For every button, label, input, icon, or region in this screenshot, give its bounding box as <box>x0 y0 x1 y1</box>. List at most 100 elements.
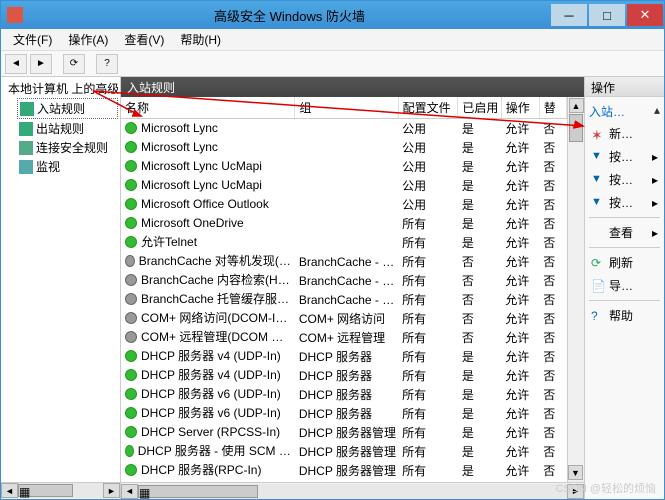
rules-list[interactable]: 名称 组 配置文件 已启用 操作 替 Microsoft Lync公用是允许否M… <box>121 97 567 482</box>
rule-group: DHCP 服务器管理 <box>295 423 398 442</box>
table-row[interactable]: BranchCache 内容检索(H…BranchCache - …所有否允许否 <box>121 271 567 290</box>
tree-hscroll[interactable]: ◄ ▦ ► <box>1 482 120 499</box>
rule-override: 否 <box>539 366 566 385</box>
rule-profile: 所有 <box>398 404 458 423</box>
table-row[interactable]: DHCP 服务器 v4 (UDP-In)DHCP 服务器所有是允许否 <box>121 366 567 385</box>
rule-action: 允许 <box>501 480 539 482</box>
table-row[interactable]: DHCP 服务器 - 使用 SCM …DHCP 服务器管理所有是允许否 <box>121 442 567 461</box>
rule-group: BranchCache - … <box>295 252 398 271</box>
forward-button[interactable]: ► <box>30 54 52 74</box>
action-filter-state[interactable]: ▼ 按… ▸ <box>589 168 660 191</box>
table-row[interactable]: COM+ 远程管理(DCOM …COM+ 远程管理所有否允许否 <box>121 328 567 347</box>
rule-group <box>295 214 398 233</box>
close-button[interactable]: ✕ <box>627 4 663 26</box>
titlebar[interactable]: 高级安全 Windows 防火墙 ─ □ ✕ <box>1 1 664 29</box>
table-row[interactable]: COM+ 网络访问(DCOM-I…COM+ 网络访问所有否允许否 <box>121 309 567 328</box>
scroll-down-button[interactable]: ▼ <box>568 465 583 480</box>
rule-name: DHCP 服务器 v6 (UDP-In) <box>141 404 281 421</box>
action-refresh[interactable]: ⟳ 刷新 <box>589 251 660 274</box>
tree-root[interactable]: 本地计算机 上的高级 <box>3 79 118 98</box>
table-row[interactable]: Microsoft Lync公用是允许否 <box>121 138 567 157</box>
table-row[interactable]: DHCP 服务器 v6 (UDP-In)DHCP 服务器所有是允许否 <box>121 404 567 423</box>
col-action[interactable]: 操作 <box>501 97 539 119</box>
col-profile[interactable]: 配置文件 <box>398 97 458 119</box>
rules-hscroll-thumb[interactable]: ▦ <box>138 485 258 498</box>
rule-group: BranchCache - … <box>295 271 398 290</box>
help-toolbar-button[interactable]: ? <box>96 54 118 74</box>
rule-action: 允许 <box>501 195 539 214</box>
rule-name: Microsoft Lync UcMapi <box>141 159 262 173</box>
action-filter-group[interactable]: ▼ 按… ▸ <box>589 191 660 214</box>
action-help[interactable]: ? 帮助 <box>589 304 660 327</box>
rule-override: 否 <box>539 195 566 214</box>
rule-action: 允许 <box>501 271 539 290</box>
rule-group <box>295 157 398 176</box>
table-row[interactable]: DHCP 服务器(RPC-In)DHCP 服务器管理所有是允许否 <box>121 461 567 480</box>
col-name[interactable]: 名称 <box>121 97 295 119</box>
col-override[interactable]: 替 <box>539 97 566 119</box>
export-icon: 📄 <box>591 279 605 293</box>
table-row[interactable]: Microsoft Lync公用是允许否 <box>121 119 567 139</box>
minimize-button[interactable]: ─ <box>551 4 587 26</box>
col-enabled[interactable]: 已启用 <box>458 97 501 119</box>
rules-scroll-right[interactable]: ► <box>567 484 584 499</box>
tree-connection-security[interactable]: 连接安全规则 <box>17 138 118 157</box>
action-export[interactable]: 📄 导… <box>589 274 660 297</box>
col-group[interactable]: 组 <box>295 97 398 119</box>
table-row[interactable]: Microsoft Lync UcMapi公用是允许否 <box>121 157 567 176</box>
rule-name: Microsoft Office Outlook <box>141 197 269 211</box>
rule-status-icon <box>125 141 137 153</box>
menu-help[interactable]: 帮助(H) <box>172 29 229 50</box>
table-row[interactable]: 允许Telnet所有是允许否 <box>121 233 567 252</box>
scroll-right-button[interactable]: ► <box>103 483 120 498</box>
maximize-button[interactable]: □ <box>589 4 625 26</box>
tree-scroll-thumb[interactable]: ▦ <box>18 484 73 497</box>
refresh-toolbar-button[interactable]: ⟳ <box>63 54 85 74</box>
action-filter-profile[interactable]: ▼ 按… ▸ <box>589 145 660 168</box>
rule-name: DHCP 服务器(SMB-In) <box>141 480 262 482</box>
filter-icon: ▼ <box>591 196 605 210</box>
tree-monitoring[interactable]: 监视 <box>17 157 118 176</box>
table-row[interactable]: BranchCache 对等机发现(…BranchCache - …所有否允许否 <box>121 252 567 271</box>
rule-action: 允许 <box>501 157 539 176</box>
column-headers[interactable]: 名称 组 配置文件 已启用 操作 替 <box>121 97 567 119</box>
table-row[interactable]: Microsoft OneDrive所有是允许否 <box>121 214 567 233</box>
rule-status-icon <box>125 331 137 343</box>
menu-view[interactable]: 查看(V) <box>116 29 172 50</box>
vscroll-thumb[interactable] <box>569 114 583 142</box>
scroll-left-button[interactable]: ◄ <box>1 483 18 498</box>
rule-enabled: 否 <box>458 252 501 271</box>
table-row[interactable]: DHCP Server (RPCSS-In)DHCP 服务器管理所有是允许否 <box>121 423 567 442</box>
rule-profile: 所有 <box>398 347 458 366</box>
rule-action: 允许 <box>501 404 539 423</box>
table-row[interactable]: DHCP 服务器 v4 (UDP-In)DHCP 服务器所有是允许否 <box>121 347 567 366</box>
rule-enabled: 是 <box>458 461 501 480</box>
action-view[interactable]: 查看 ▸ <box>589 221 660 244</box>
menu-file[interactable]: 文件(F) <box>5 29 60 50</box>
back-button[interactable]: ◄ <box>5 54 27 74</box>
table-row[interactable]: DHCP 服务器(SMB-In)DHCP 服务器管理所有是允许否 <box>121 480 567 482</box>
menu-action[interactable]: 操作(A) <box>60 29 116 50</box>
rule-status-icon <box>125 407 137 419</box>
rule-name: Microsoft Lync <box>141 140 218 154</box>
rule-profile: 公用 <box>398 157 458 176</box>
rule-override: 否 <box>539 119 566 139</box>
rule-enabled: 是 <box>458 176 501 195</box>
table-row[interactable]: BranchCache 托管缓存服…BranchCache - …所有否允许否 <box>121 290 567 309</box>
rule-enabled: 是 <box>458 442 501 461</box>
rules-scroll-left[interactable]: ◄ <box>121 484 138 499</box>
tree-inbound-rules[interactable]: 入站规则 <box>17 98 118 119</box>
rules-hscroll[interactable]: ◄ ▦ ► <box>121 482 584 499</box>
table-row[interactable]: Microsoft Office Outlook公用是允许否 <box>121 195 567 214</box>
action-new-rule[interactable]: ✶ 新… <box>589 122 660 145</box>
table-row[interactable]: DHCP 服务器 v6 (UDP-In)DHCP 服务器所有是允许否 <box>121 385 567 404</box>
rule-enabled: 是 <box>458 233 501 252</box>
rules-vscroll[interactable]: ▲ ▼ <box>567 97 584 482</box>
rule-group: DHCP 服务器管理 <box>295 442 398 461</box>
rule-override: 否 <box>539 214 566 233</box>
tree-outbound-rules[interactable]: 出站规则 <box>17 119 118 138</box>
table-row[interactable]: Microsoft Lync UcMapi公用是允许否 <box>121 176 567 195</box>
rule-group: COM+ 网络访问 <box>295 309 398 328</box>
scroll-up-button[interactable]: ▲ <box>569 98 584 113</box>
rule-name: COM+ 远程管理(DCOM … <box>141 328 283 345</box>
